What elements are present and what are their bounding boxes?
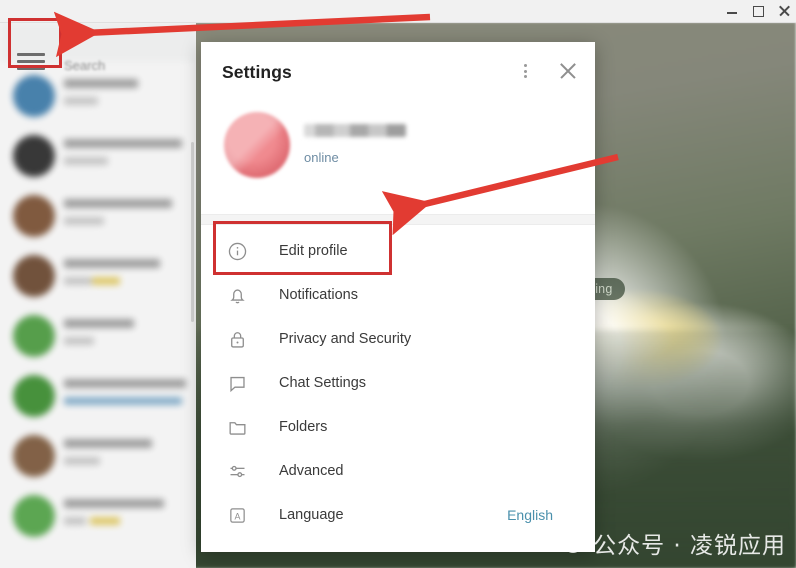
chat-title-redacted — [64, 499, 164, 508]
menu-item-label: Folders — [279, 419, 328, 435]
kebab-menu-icon[interactable] — [517, 61, 533, 81]
settings-menu[interactable]: Edit profile Notifications Privacy and Sec… — [201, 225, 595, 537]
chat-list-item[interactable] — [0, 66, 196, 127]
chat-avatar — [13, 435, 55, 477]
info-circle-icon — [225, 239, 249, 263]
watermark-text: 公众号 · 凌锐应用 — [593, 533, 786, 559]
chat-list-item[interactable] — [0, 426, 196, 487]
settings-dialog: Settings online Edit profile Notification… — [201, 42, 595, 552]
chat-title-redacted — [64, 319, 134, 328]
sliders-icon — [225, 459, 249, 483]
chat-list-item[interactable] — [0, 306, 196, 367]
menu-item-label: Advanced — [279, 463, 344, 479]
profile-summary[interactable]: online — [201, 104, 595, 214]
chat-preview-redacted — [64, 337, 94, 345]
chat-title-redacted — [64, 379, 186, 388]
profile-name-redacted — [304, 124, 406, 137]
chat-preview-redacted — [64, 217, 104, 225]
chat-list-item[interactable] — [0, 186, 196, 247]
menu-item-chat-settings[interactable]: Chat Settings — [201, 361, 595, 405]
chat-avatar — [13, 75, 55, 117]
search-input-placeholder: Search — [64, 58, 106, 73]
close-icon[interactable] — [559, 62, 577, 80]
hamburger-bar — [17, 53, 45, 56]
menu-item-label: Privacy and Security — [279, 331, 412, 347]
avatar[interactable] — [224, 112, 290, 178]
watermark: 公众号 · 凌锐应用 — [550, 526, 786, 560]
folder-icon — [225, 415, 249, 439]
minimize-button[interactable] — [726, 5, 738, 17]
chat-avatar — [13, 375, 55, 417]
menu-item-notifications[interactable]: Notifications — [201, 273, 595, 317]
menu-item-language[interactable]: A Language English — [201, 493, 595, 537]
kebab-dot — [523, 75, 527, 79]
chat-preview-redacted — [64, 157, 108, 165]
menu-item-advanced[interactable]: Advanced — [201, 449, 595, 493]
maximize-button[interactable] — [752, 5, 764, 17]
chat-preview-redacted — [64, 517, 86, 525]
chat-avatar — [13, 135, 55, 177]
window-titlebar — [0, 0, 796, 23]
chat-list-item[interactable] — [0, 126, 196, 187]
chat-title-redacted — [64, 199, 172, 208]
hamburger-bar — [17, 60, 45, 63]
chat-avatar — [13, 255, 55, 297]
kebab-dot — [523, 69, 527, 73]
bell-icon — [225, 283, 249, 307]
menu-item-label: Chat Settings — [279, 375, 367, 391]
chat-title-redacted — [64, 259, 160, 268]
chat-title-redacted — [64, 139, 182, 148]
dialog-title: Settings — [222, 62, 292, 82]
sidebar-scrollbar[interactable] — [191, 142, 194, 322]
svg-text:A: A — [234, 511, 240, 521]
profile-status: online — [304, 150, 339, 165]
chat-bubble-icon — [225, 371, 249, 395]
wechat-bubble — [565, 539, 582, 553]
menu-item-privacy-and-security[interactable]: Privacy and Security — [201, 317, 595, 361]
dialog-header-actions — [517, 61, 577, 81]
menu-item-label: Edit profile — [279, 243, 348, 259]
chat-list-sidebar[interactable]: Search — [0, 22, 196, 568]
kebab-dot — [523, 64, 527, 68]
menu-item-edit-profile[interactable]: Edit profile — [201, 229, 595, 273]
window-controls — [726, 0, 790, 22]
settings-dialog-header: Settings — [201, 42, 595, 104]
chat-avatar — [13, 495, 55, 537]
menu-item-folders[interactable]: Folders — [201, 405, 595, 449]
chat-preview-redacted — [64, 97, 98, 105]
wechat-logo-icon — [550, 528, 584, 558]
chat-avatar — [13, 315, 55, 357]
chat-list-item[interactable] — [0, 246, 196, 307]
lock-icon — [225, 327, 249, 351]
chat-accent-redacted — [90, 517, 120, 525]
chat-list-item[interactable] — [0, 366, 196, 427]
hamburger-bar — [17, 67, 45, 70]
chat-title-redacted — [64, 439, 152, 448]
chat-preview-redacted — [64, 277, 92, 285]
chat-accent-redacted — [64, 397, 182, 405]
chat-avatar — [13, 195, 55, 237]
chat-preview-redacted — [64, 457, 100, 465]
menu-item-label: Notifications — [279, 287, 358, 303]
app-window: ssaging Search Settings — [0, 0, 796, 568]
chat-title-redacted — [64, 79, 138, 88]
menu-item-value[interactable]: English — [507, 507, 553, 523]
chat-list-item[interactable] — [0, 486, 196, 547]
chat-accent-redacted — [92, 277, 120, 285]
section-divider — [201, 214, 595, 225]
hamburger-menu-button[interactable] — [17, 52, 47, 72]
letter-a-box-icon: A — [225, 503, 249, 527]
menu-item-label: Language — [279, 507, 344, 523]
close-window-button[interactable] — [778, 5, 790, 17]
